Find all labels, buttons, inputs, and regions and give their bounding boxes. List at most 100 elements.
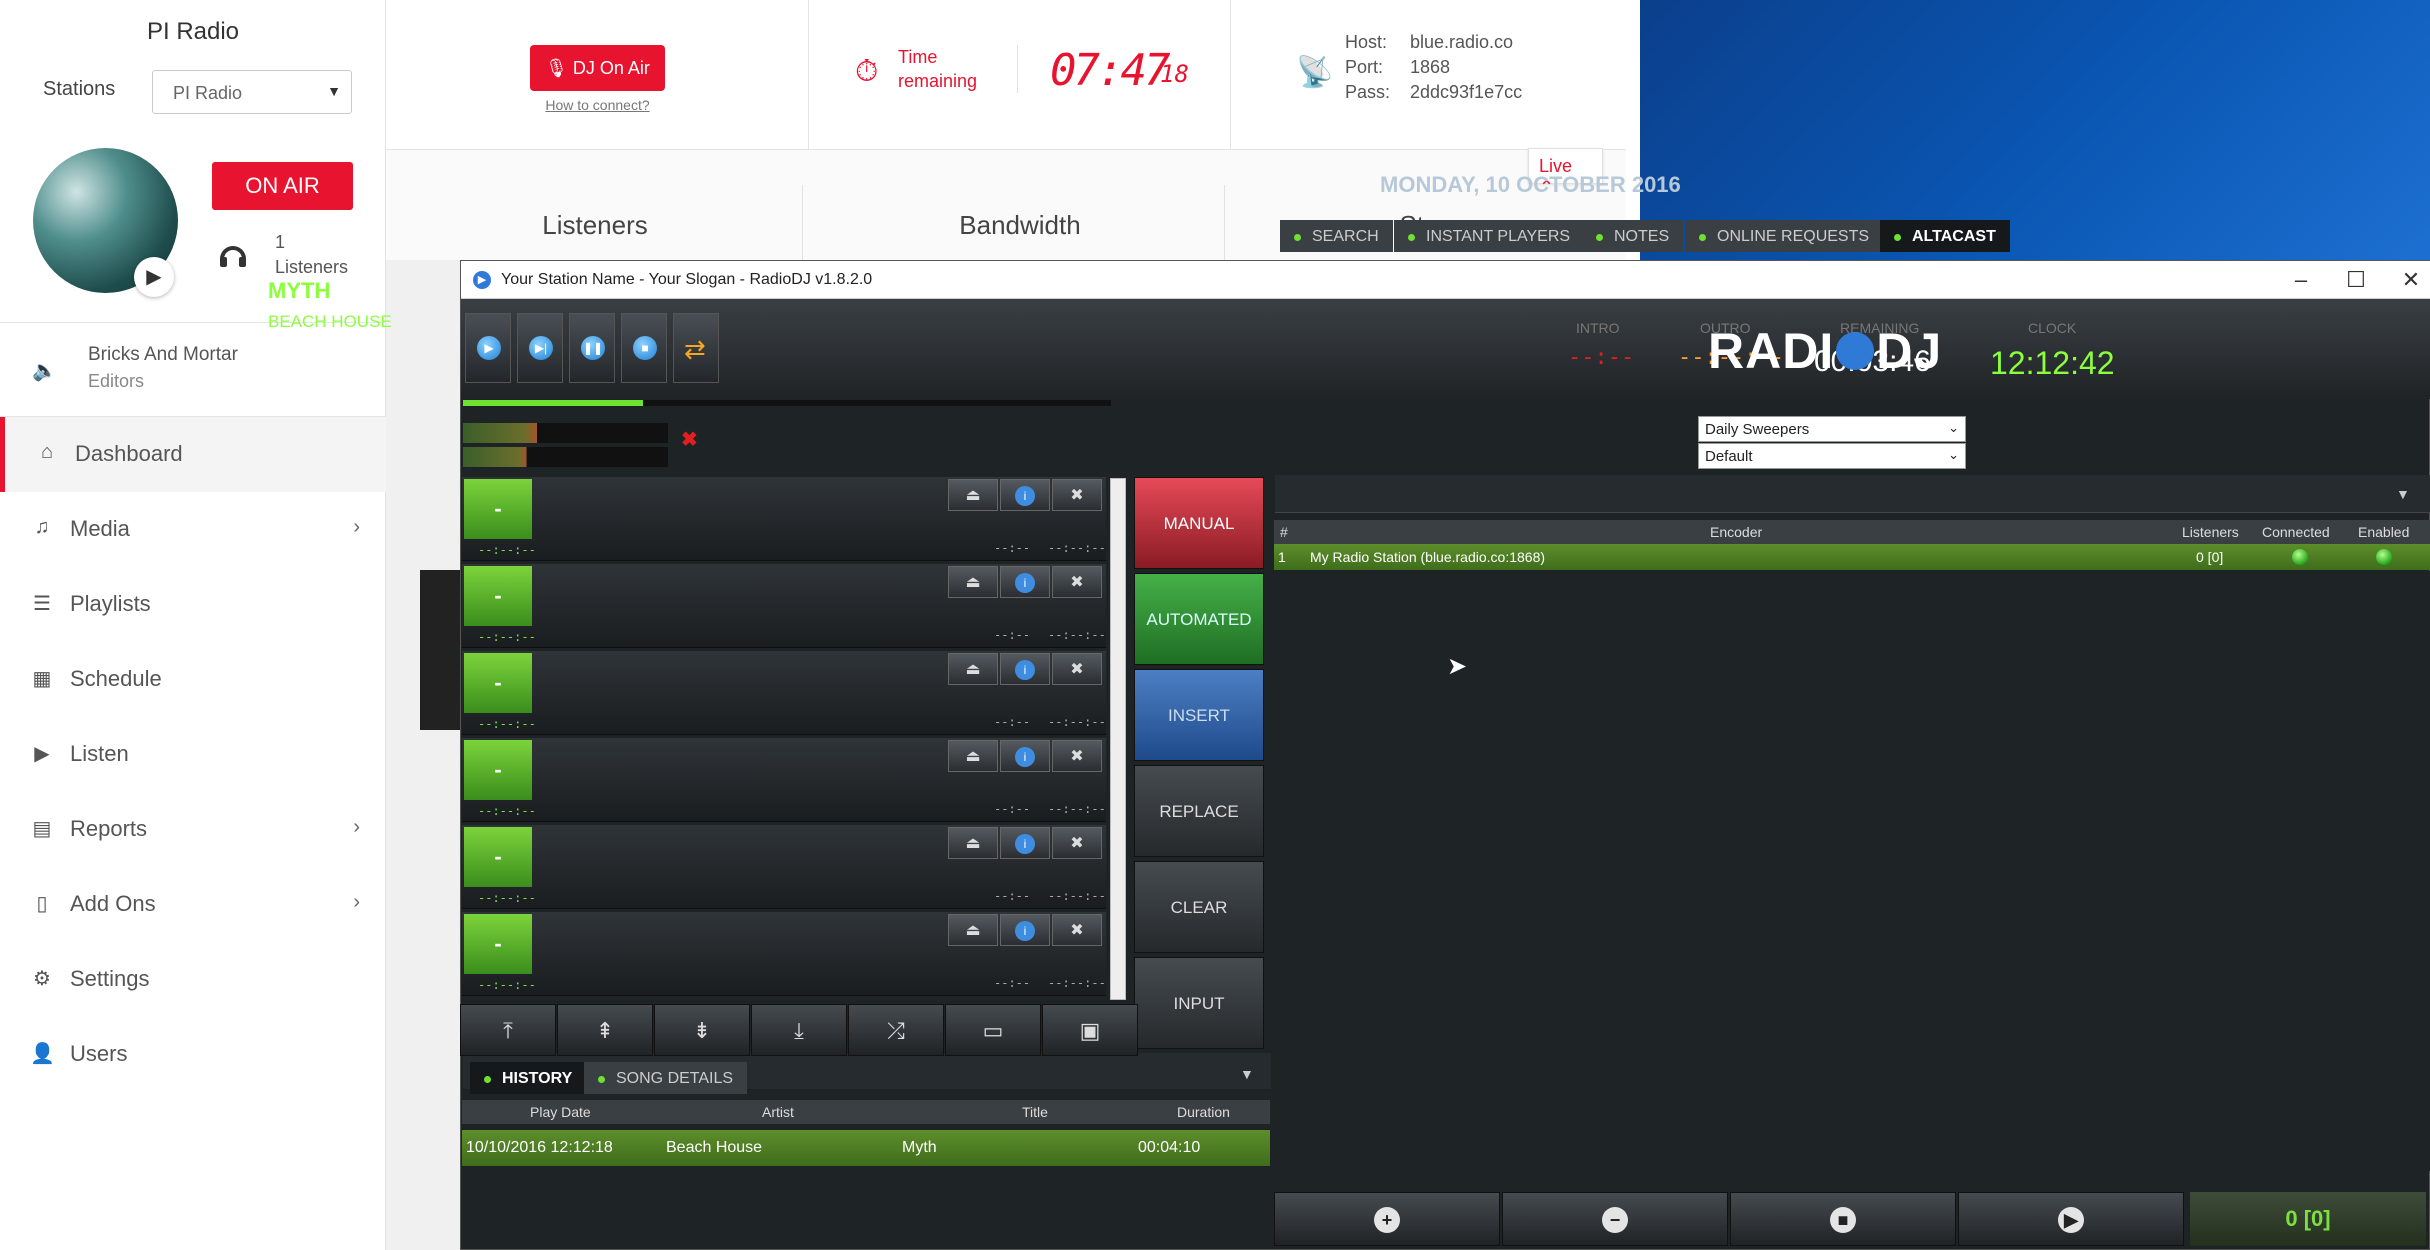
nav-item-playlists[interactable]: ☰ Playlists bbox=[0, 567, 386, 642]
tab-song-details[interactable]: SONG DETAILS bbox=[584, 1062, 748, 1094]
nav-item-listen[interactable]: ▶ Listen bbox=[0, 717, 386, 792]
player-slot[interactable]: - --:--:-- ⏏ i ✖ --:-- --:--:-- bbox=[462, 825, 1106, 909]
player-info-button[interactable]: i bbox=[1000, 653, 1050, 685]
pause-button[interactable]: ❚❚ bbox=[569, 313, 615, 383]
add-encoder-button[interactable]: + bbox=[1274, 1192, 1500, 1246]
player-eject-button[interactable]: ⏏ bbox=[948, 479, 998, 511]
info-icon: i bbox=[1015, 486, 1035, 506]
player-info-button[interactable]: i bbox=[1000, 740, 1050, 772]
stop-encoder-button[interactable]: ■ bbox=[1730, 1192, 1956, 1246]
tab-notes[interactable]: NOTES bbox=[1582, 220, 1684, 252]
history-row[interactable]: 10/10/2016 12:12:18 Beach House Myth 00:… bbox=[462, 1130, 1270, 1166]
play-next-button[interactable]: ▶| bbox=[517, 313, 563, 383]
col-encoder: Encoder bbox=[1710, 524, 1763, 540]
tab-online-requests[interactable]: ONLINE REQUESTS bbox=[1685, 220, 1884, 252]
save-playlist-button[interactable]: ▣ bbox=[1042, 1004, 1138, 1056]
player-eject-button[interactable]: ⏏ bbox=[948, 827, 998, 859]
player-play-button[interactable]: - bbox=[464, 653, 532, 713]
start-encoder-button[interactable]: ▶ bbox=[1958, 1192, 2184, 1246]
play-icon[interactable]: ▶ bbox=[134, 257, 174, 297]
minimize-button[interactable]: – bbox=[2276, 265, 2326, 295]
enabled-led-icon[interactable] bbox=[2376, 549, 2392, 565]
player-eject-button[interactable]: ⏏ bbox=[948, 914, 998, 946]
move-bottom-button[interactable]: ⤓ bbox=[751, 1004, 847, 1056]
on-air-button[interactable]: ON AIR bbox=[212, 162, 353, 210]
player-elapsed: --:--:-- bbox=[478, 630, 536, 644]
clear-button[interactable]: CLEAR bbox=[1134, 861, 1264, 953]
player-info-button[interactable]: i bbox=[1000, 914, 1050, 946]
encoder-number: 1 bbox=[1278, 549, 1286, 565]
player-play-button[interactable]: - bbox=[464, 914, 532, 974]
close-icon[interactable]: ✖ bbox=[681, 427, 698, 452]
maximize-button[interactable]: ☐ bbox=[2331, 265, 2381, 295]
nav-label: Add Ons bbox=[70, 891, 156, 916]
loop-button[interactable]: ⇄ bbox=[673, 313, 719, 383]
player-eject-button[interactable]: ⏏ bbox=[948, 740, 998, 772]
nav-item-add-ons[interactable]: ▯ Add Ons › bbox=[0, 867, 386, 942]
tab-menu-arrow-icon[interactable]: ▼ bbox=[2396, 486, 2410, 502]
nav-item-dashboard[interactable]: ⌂ Dashboard bbox=[0, 417, 386, 492]
player-remove-button[interactable]: ✖ bbox=[1052, 740, 1102, 772]
playback-progress-bar[interactable] bbox=[463, 400, 1111, 406]
playlist-scrollbar[interactable] bbox=[1110, 478, 1126, 1000]
player-remove-button[interactable]: ✖ bbox=[1052, 566, 1102, 598]
tab-altacast[interactable]: ALTACAST bbox=[1880, 220, 2010, 252]
replace-button[interactable]: REPLACE bbox=[1134, 765, 1264, 857]
input-button[interactable]: INPUT bbox=[1134, 957, 1264, 1049]
player-slot[interactable]: - --:--:-- ⏏ i ✖ --:-- --:--:-- bbox=[462, 477, 1106, 561]
radiodj-app-icon: ▶ bbox=[473, 271, 491, 289]
how-to-connect-link[interactable]: How to connect? bbox=[540, 97, 655, 113]
nav-item-media[interactable]: ♫ Media › bbox=[0, 492, 386, 567]
move-down-button[interactable]: ⇟ bbox=[654, 1004, 750, 1056]
player-eject-button[interactable]: ⏏ bbox=[948, 653, 998, 685]
open-folder-button[interactable]: ▭ bbox=[945, 1004, 1041, 1056]
player-play-button[interactable]: - bbox=[464, 827, 532, 887]
tab-history[interactable]: HISTORY bbox=[470, 1062, 587, 1094]
player-eject-button[interactable]: ⏏ bbox=[948, 566, 998, 598]
remove-encoder-button[interactable]: − bbox=[1502, 1192, 1728, 1246]
divider bbox=[802, 185, 803, 260]
close-button[interactable]: ✕ bbox=[2386, 265, 2430, 295]
stop-button[interactable]: ■ bbox=[621, 313, 667, 383]
player-slot[interactable]: - --:--:-- ⏏ i ✖ --:-- --:--:-- bbox=[462, 651, 1106, 735]
player-remove-button[interactable]: ✖ bbox=[1052, 479, 1102, 511]
player-play-button[interactable]: - bbox=[464, 479, 532, 539]
player-remove-button[interactable]: ✖ bbox=[1052, 827, 1102, 859]
insert-button[interactable]: INSERT bbox=[1134, 669, 1264, 761]
play-button[interactable]: ▶ bbox=[465, 313, 511, 383]
nav-item-reports[interactable]: ▤ Reports › bbox=[0, 792, 386, 867]
manual-mode-button[interactable]: MANUAL bbox=[1134, 477, 1264, 569]
nav-item-users[interactable]: 👤 Users bbox=[0, 1017, 386, 1092]
dj-on-air-button[interactable]: 🎙 DJ On Air bbox=[530, 45, 665, 91]
player-play-button[interactable]: - bbox=[464, 566, 532, 626]
vu-meter-right bbox=[463, 447, 668, 467]
rotation-dropdown[interactable]: Default ⌄ bbox=[1698, 443, 1966, 469]
encoder-row[interactable]: 1 My Radio Station (blue.radio.co:1868) … bbox=[1274, 544, 2430, 570]
sweepers-dropdown[interactable]: Daily Sweepers ⌄ bbox=[1698, 416, 1966, 442]
tab-search[interactable]: SEARCH bbox=[1280, 220, 1393, 252]
player-slot[interactable]: - --:--:-- ⏏ i ✖ --:-- --:--:-- bbox=[462, 738, 1106, 822]
player-slot[interactable]: - --:--:-- ⏏ i ✖ --:-- --:--:-- bbox=[462, 564, 1106, 648]
nav-item-settings[interactable]: ⚙ Settings bbox=[0, 942, 386, 1017]
move-top-button[interactable]: ⤒ bbox=[460, 1004, 556, 1056]
tab-label: SONG DETAILS bbox=[616, 1070, 734, 1087]
player-info-button[interactable]: i bbox=[1000, 566, 1050, 598]
move-up-icon: ⇞ bbox=[595, 1018, 615, 1043]
player-remove-button[interactable]: ✖ bbox=[1052, 914, 1102, 946]
status-dot bbox=[1294, 234, 1301, 241]
col-listeners: Listeners bbox=[2182, 524, 2239, 540]
player-remove-button[interactable]: ✖ bbox=[1052, 653, 1102, 685]
connected-led-icon bbox=[2292, 549, 2308, 565]
tab-instant-players[interactable]: INSTANT PLAYERS bbox=[1394, 220, 1585, 252]
player-play-button[interactable]: - bbox=[464, 740, 532, 800]
automated-mode-button[interactable]: AUTOMATED bbox=[1134, 573, 1264, 665]
player-slot[interactable]: - --:--:-- ⏏ i ✖ --:-- --:--:-- bbox=[462, 912, 1106, 996]
history-menu-arrow-icon[interactable]: ▼ bbox=[1240, 1066, 1254, 1082]
nav-item-schedule[interactable]: ▦ Schedule bbox=[0, 642, 386, 717]
station-select[interactable]: PI Radio ▼ bbox=[152, 70, 352, 114]
player-remaining: --:--:-- bbox=[1048, 889, 1106, 903]
shuffle-button[interactable]: ⤮ bbox=[848, 1004, 944, 1056]
player-info-button[interactable]: i bbox=[1000, 827, 1050, 859]
player-info-button[interactable]: i bbox=[1000, 479, 1050, 511]
move-up-button[interactable]: ⇞ bbox=[557, 1004, 653, 1056]
